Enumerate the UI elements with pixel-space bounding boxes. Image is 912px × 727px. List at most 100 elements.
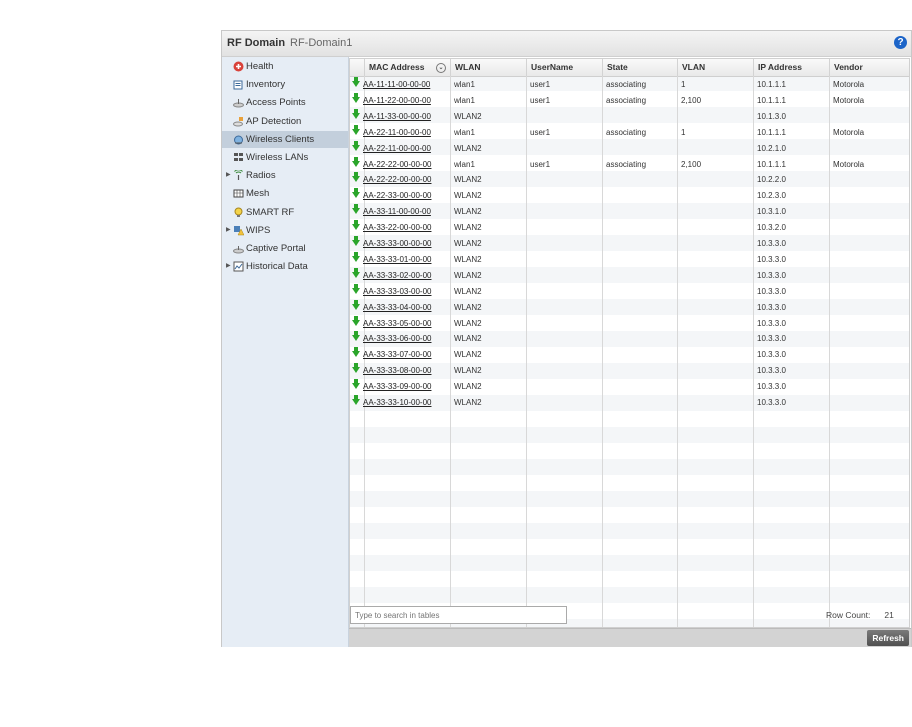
table-row[interactable]: AA-11-33-00-00-00 WLAN2 10.1.3.0 bbox=[350, 108, 909, 125]
refresh-button[interactable]: Refresh bbox=[867, 630, 909, 646]
cell-mac-address[interactable]: AA-11-22-00-00-00 bbox=[350, 92, 450, 109]
column-header-ip-address[interactable]: IP Address bbox=[753, 59, 829, 76]
table-row[interactable]: AA-33-33-00-00-00 WLAN2 10.3.3.0 bbox=[350, 236, 909, 252]
cell-mac-address[interactable]: AA-33-33-05-00-00 bbox=[350, 315, 450, 332]
cell-vlan bbox=[677, 220, 753, 236]
sidebar-item-mesh[interactable]: Mesh bbox=[222, 185, 348, 202]
column-header-vendor[interactable]: Vendor bbox=[829, 59, 909, 76]
help-icon[interactable]: ? bbox=[894, 36, 907, 49]
sidebar-item-health[interactable]: Health bbox=[222, 58, 348, 75]
cell-ip-address: 10.3.3.0 bbox=[757, 239, 786, 248]
expand-arrow-icon[interactable]: ▶ bbox=[226, 167, 231, 184]
sidebar-item-wireless-clients[interactable]: Wireless Clients bbox=[222, 130, 348, 148]
cell-mac-address[interactable]: AA-33-33-06-00-00 bbox=[350, 331, 450, 347]
expand-arrow-icon[interactable]: ▶ bbox=[226, 222, 231, 239]
expand-arrow-icon[interactable]: ▶ bbox=[226, 258, 231, 275]
cell-mac-address[interactable]: AA-11-33-00-00-00 bbox=[350, 108, 450, 125]
sidebar-item-historical-data[interactable]: ▶ Historical Data bbox=[222, 258, 348, 275]
sidebar-item-ap-detection[interactable]: AP Detection bbox=[222, 113, 348, 130]
cell-mac-address[interactable]: AA-22-22-00-00-00 bbox=[350, 172, 450, 188]
status-arrow-icon bbox=[352, 363, 360, 374]
sidebar-item-smart-rf[interactable]: SMART RF bbox=[222, 204, 348, 221]
mac-address-link[interactable]: AA-33-33-01-00-00 bbox=[363, 255, 431, 264]
table-row[interactable]: AA-22-22-00-00-00 wlan1 user1 associating 2,… bbox=[350, 156, 909, 173]
mac-address-link[interactable]: AA-22-33-00-00-00 bbox=[363, 191, 431, 200]
cell-mac-address[interactable]: AA-22-33-00-00-00 bbox=[350, 188, 450, 204]
sidebar-item-access-points[interactable]: Access Points bbox=[222, 94, 348, 111]
column-header-state[interactable]: State bbox=[602, 59, 677, 76]
table-row[interactable]: AA-33-33-08-00-00 WLAN2 10.3.3.0 bbox=[350, 363, 909, 379]
mac-address-link[interactable]: AA-22-22-00-00-00 bbox=[363, 160, 431, 169]
table-row[interactable]: AA-33-33-07-00-00 WLAN2 10.3.3.0 bbox=[350, 347, 909, 363]
mac-address-link[interactable]: AA-33-33-09-00-00 bbox=[363, 382, 431, 391]
mac-address-link[interactable]: AA-33-33-00-00-00 bbox=[363, 239, 431, 248]
sort-icon[interactable]: ⌄ bbox=[436, 63, 446, 73]
mac-address-link[interactable]: AA-33-33-05-00-00 bbox=[363, 319, 431, 328]
cell-mac-address[interactable]: AA-33-33-08-00-00 bbox=[350, 363, 450, 379]
cell-mac-address[interactable]: AA-33-33-02-00-00 bbox=[350, 267, 450, 284]
mac-address-link[interactable]: AA-33-33-07-00-00 bbox=[363, 350, 431, 359]
cell-ip-address: 10.3.3.0 bbox=[757, 302, 786, 312]
cell-mac-address[interactable]: AA-33-33-00-00-00 bbox=[350, 236, 450, 252]
mac-address-link[interactable]: AA-33-33-04-00-00 bbox=[363, 303, 431, 312]
cell-mac-address[interactable]: AA-11-11-00-00-00 bbox=[350, 77, 450, 93]
table-row[interactable]: AA-33-22-00-00-00 WLAN2 10.3.2.0 bbox=[350, 220, 909, 236]
cell-mac-address[interactable]: AA-33-33-01-00-00 bbox=[350, 251, 450, 268]
table-row[interactable]: AA-22-11-00-00-00 WLAN2 10.2.1.0 bbox=[350, 140, 909, 157]
column-header-vlan[interactable]: VLAN bbox=[677, 59, 753, 76]
page-subtitle: RF-Domain1 bbox=[290, 37, 353, 49]
cell-mac-address[interactable]: AA-33-33-10-00-00 bbox=[350, 395, 450, 411]
table-header: MAC Address ⌄ WLAN UserName State VLAN IP Addr… bbox=[350, 59, 909, 77]
cell-mac-address[interactable]: AA-33-33-07-00-00 bbox=[350, 347, 450, 363]
cell-vlan: 2,100 bbox=[681, 159, 702, 169]
cell-mac-address[interactable]: AA-33-33-04-00-00 bbox=[350, 299, 450, 316]
mac-address-link[interactable]: AA-22-11-00-00-00 bbox=[363, 128, 431, 137]
mac-address-link[interactable]: AA-11-22-00-00-00 bbox=[363, 96, 431, 105]
cell-mac-address[interactable]: AA-33-33-09-00-00 bbox=[350, 379, 450, 395]
cell-mac-address[interactable]: AA-22-22-00-00-00 bbox=[350, 156, 450, 173]
table-row[interactable]: AA-33-33-02-00-00 WLAN2 10.3.3.0 bbox=[350, 267, 909, 284]
cell-mac-address[interactable]: AA-22-11-00-00-00 bbox=[350, 124, 450, 141]
sidebar-item-captive-portal[interactable]: Captive Portal bbox=[222, 240, 348, 257]
mac-address-link[interactable]: AA-33-33-08-00-00 bbox=[363, 366, 431, 375]
mac-address-link[interactable]: AA-33-33-02-00-00 bbox=[363, 271, 431, 280]
cell-mac-address[interactable]: AA-22-11-00-00-00 bbox=[350, 140, 450, 157]
mac-address-link[interactable]: AA-11-33-00-00-00 bbox=[363, 112, 431, 121]
sidebar-item-wips[interactable]: ▶ WIPS bbox=[222, 222, 348, 239]
table-row[interactable]: AA-33-33-09-00-00 WLAN2 10.3.3.0 bbox=[350, 379, 909, 395]
column-header-mac-address[interactable]: MAC Address ⌄ bbox=[364, 59, 450, 76]
table-row[interactable]: AA-11-11-00-00-00 wlan1 user1 associating 1 1… bbox=[350, 77, 909, 93]
table-row[interactable]: AA-11-22-00-00-00 wlan1 user1 associating 2,… bbox=[350, 92, 909, 109]
table-row[interactable]: AA-33-33-01-00-00 WLAN2 10.3.3.0 bbox=[350, 251, 909, 268]
sidebar-item-inventory[interactable]: Inventory bbox=[222, 76, 348, 93]
mac-address-link[interactable]: AA-33-33-10-00-00 bbox=[363, 398, 431, 407]
table-row[interactable]: AA-33-33-10-00-00 WLAN2 10.3.3.0 bbox=[350, 395, 909, 411]
cell-mac-address[interactable]: AA-33-22-00-00-00 bbox=[350, 220, 450, 236]
mac-address-link[interactable]: AA-33-11-00-00-00 bbox=[363, 207, 431, 216]
table-row[interactable]: AA-33-33-06-00-00 WLAN2 10.3.3.0 bbox=[350, 331, 909, 347]
mac-address-link[interactable]: AA-22-11-00-00-00 bbox=[363, 144, 431, 153]
table-row[interactable]: AA-33-33-05-00-00 WLAN2 10.3.3.0 bbox=[350, 315, 909, 332]
search-input[interactable] bbox=[350, 606, 567, 624]
mac-address-link[interactable]: AA-22-22-00-00-00 bbox=[363, 175, 431, 184]
sidebar-item-radios[interactable]: ▶ Radios bbox=[222, 167, 348, 184]
cell-username bbox=[526, 363, 602, 379]
mac-address-link[interactable]: AA-11-11-00-00-00 bbox=[363, 80, 430, 89]
cell-mac-address[interactable]: AA-33-33-03-00-00 bbox=[350, 283, 450, 300]
column-header-username[interactable]: UserName bbox=[526, 59, 602, 76]
cell-vendor bbox=[829, 395, 909, 411]
table-row[interactable]: AA-33-33-04-00-00 WLAN2 10.3.3.0 bbox=[350, 299, 909, 316]
table-row[interactable]: AA-22-22-00-00-00 WLAN2 10.2.2.0 bbox=[350, 172, 909, 188]
sidebar-item-wireless-lans[interactable]: Wireless LANs bbox=[222, 149, 348, 166]
column-header-wlan[interactable]: WLAN bbox=[450, 59, 526, 76]
table-row[interactable]: AA-22-11-00-00-00 wlan1 user1 associating 1 1… bbox=[350, 124, 909, 141]
mac-address-link[interactable]: AA-33-33-06-00-00 bbox=[363, 334, 431, 343]
table-row[interactable]: AA-22-33-00-00-00 WLAN2 10.2.3.0 bbox=[350, 188, 909, 204]
mac-address-link[interactable]: AA-33-22-00-00-00 bbox=[363, 223, 431, 232]
mac-address-link[interactable]: AA-33-33-03-00-00 bbox=[363, 287, 431, 296]
cell-vendor bbox=[829, 316, 909, 332]
cell-mac-address[interactable]: AA-33-11-00-00-00 bbox=[350, 204, 450, 220]
table-row[interactable]: AA-33-33-03-00-00 WLAN2 10.3.3.0 bbox=[350, 283, 909, 300]
cell-ip-address: 10.2.3.0 bbox=[757, 191, 786, 201]
table-row[interactable]: AA-33-11-00-00-00 WLAN2 10.3.1.0 bbox=[350, 204, 909, 220]
